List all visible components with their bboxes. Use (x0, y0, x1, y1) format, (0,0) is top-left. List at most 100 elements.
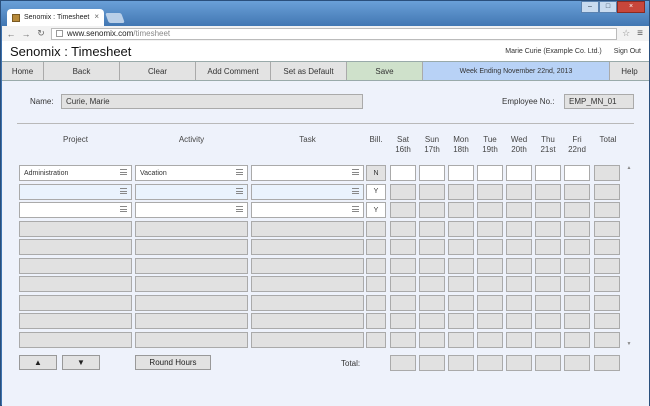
address-bar[interactable]: www.senomix.com/timesheet (51, 27, 618, 40)
day-name: Fri (572, 135, 582, 144)
col-day-6: Fri 22nd (564, 135, 590, 155)
row-7-total (594, 294, 620, 311)
row-2-task-field[interactable] (251, 202, 364, 218)
row-3-day-3-hours (477, 220, 503, 237)
row-2-day-6-hours (564, 202, 590, 218)
row-0-day-3-hours[interactable] (477, 165, 503, 181)
row-1-billable-toggle[interactable]: Y (366, 183, 386, 200)
list-picker-icon[interactable] (352, 187, 359, 194)
browser-tab[interactable]: Senomix : Timesheet × (7, 9, 104, 26)
row-0-total (594, 165, 620, 181)
list-picker-icon[interactable] (236, 169, 243, 175)
row-2-billable-toggle[interactable]: Y (366, 202, 386, 218)
row-3-day-5-hours (535, 220, 561, 237)
list-picker-icon[interactable] (236, 206, 243, 212)
row-2-activity-field[interactable] (135, 202, 248, 218)
move-up-button[interactable]: ▲ (19, 355, 57, 370)
forward-arrow-icon[interactable]: → (21, 29, 31, 39)
user-info: Marie Curie (Example Co. Ltd.) (505, 47, 602, 55)
total-label: Total: (341, 359, 361, 368)
row-5-project-field (19, 257, 132, 274)
home-button[interactable]: Home (2, 62, 44, 80)
row-7-day-6-hours (564, 294, 590, 311)
row-0-day-0-hours[interactable] (390, 165, 416, 181)
day-date: 21st (540, 145, 556, 154)
round-hours-button[interactable]: Round Hours (135, 355, 211, 370)
total-day-3 (477, 355, 503, 371)
day-date: 22nd (568, 145, 586, 154)
scroll-up-icon[interactable]: ▲ (626, 165, 632, 171)
tab-close-icon[interactable]: × (94, 12, 99, 21)
row-0-day-4-hours[interactable] (506, 165, 532, 181)
day-name: Tue (483, 135, 497, 144)
row-3-day-2-hours (448, 220, 474, 237)
row-0-day-6-hours[interactable] (564, 165, 590, 181)
row-3-day-6-hours (564, 220, 590, 237)
browser-window: Senomix : Timesheet × – □ × ← → ↻ www.se… (0, 0, 650, 406)
move-down-button[interactable]: ▼ (62, 355, 100, 370)
row-1-day-4-hours (506, 183, 532, 200)
total-day-0 (390, 355, 416, 371)
set-default-button[interactable]: Set as Default (271, 62, 347, 80)
row-7-day-4-hours (506, 294, 532, 311)
clear-button[interactable]: Clear (120, 62, 196, 80)
browser-toolbar: ← → ↻ www.senomix.com/timesheet ☆ ≡ (2, 26, 649, 41)
new-tab-button[interactable] (105, 13, 125, 23)
row-9-day-1-hours (419, 331, 445, 348)
week-selector[interactable]: Week Ending November 22nd, 2013 (423, 62, 610, 80)
row-2-project-field[interactable] (19, 202, 132, 218)
scroll-down-icon[interactable]: ▼ (626, 341, 632, 347)
col-day-2: Mon 18th (448, 135, 474, 155)
row-0-day-5-hours[interactable] (535, 165, 561, 181)
total-day-6 (564, 355, 590, 371)
row-7-day-0-hours (390, 294, 416, 311)
grid-scrollbar[interactable]: ▲ ▼ (626, 165, 632, 349)
list-picker-icon[interactable] (236, 187, 243, 194)
maximize-icon[interactable]: □ (599, 1, 617, 13)
row-1-task-field[interactable] (251, 183, 364, 200)
minimize-icon[interactable]: – (581, 1, 599, 13)
day-name: Wed (510, 135, 528, 144)
list-picker-icon[interactable] (352, 206, 359, 212)
row-5-day-2-hours (448, 257, 474, 274)
col-activity: Activity (178, 135, 205, 144)
row-7-day-3-hours (477, 294, 503, 311)
row-0-day-2-hours[interactable] (448, 165, 474, 181)
grand-total (594, 355, 620, 371)
row-7-day-2-hours (448, 294, 474, 311)
row-3-total (594, 220, 620, 237)
col-day-5: Thu 21st (535, 135, 561, 155)
row-9-billable-toggle (366, 331, 386, 348)
list-picker-icon[interactable] (120, 169, 127, 175)
row-0-activity-field[interactable]: Vacation (135, 165, 248, 181)
employee-no-label: Employee No.: (502, 97, 555, 106)
sign-out-link[interactable]: Sign Out (614, 48, 641, 55)
row-6-task-field (251, 276, 364, 292)
row-1-activity-field[interactable] (135, 183, 248, 200)
row-6-day-3-hours (477, 276, 503, 292)
row-4-total (594, 239, 620, 255)
row-6-day-5-hours (535, 276, 561, 292)
help-button[interactable]: Help (610, 62, 649, 80)
close-window-icon[interactable]: × (617, 1, 645, 13)
list-picker-icon[interactable] (120, 187, 127, 194)
reload-icon[interactable]: ↻ (36, 28, 46, 39)
row-3-billable-toggle (366, 220, 386, 237)
row-1-project-field[interactable] (19, 183, 132, 200)
row-0-project-field[interactable]: Administration (19, 165, 132, 181)
row-0-day-1-hours[interactable] (419, 165, 445, 181)
list-picker-icon[interactable] (352, 169, 359, 175)
row-6-day-0-hours (390, 276, 416, 292)
row-0-task-field[interactable] (251, 165, 364, 181)
day-date: 17th (424, 145, 440, 154)
row-0-billable-toggle[interactable]: N (366, 165, 386, 181)
back-button[interactable]: Back (44, 62, 120, 80)
row-8-day-6-hours (564, 313, 590, 329)
browser-menu-icon[interactable]: ≡ (637, 28, 643, 39)
save-button[interactable]: Save (347, 62, 423, 80)
back-arrow-icon[interactable]: ← (6, 29, 16, 39)
add-comment-button[interactable]: Add Comment (196, 62, 271, 80)
list-picker-icon[interactable] (120, 206, 127, 212)
bookmark-star-icon[interactable]: ☆ (622, 28, 630, 39)
row-5-day-3-hours (477, 257, 503, 274)
